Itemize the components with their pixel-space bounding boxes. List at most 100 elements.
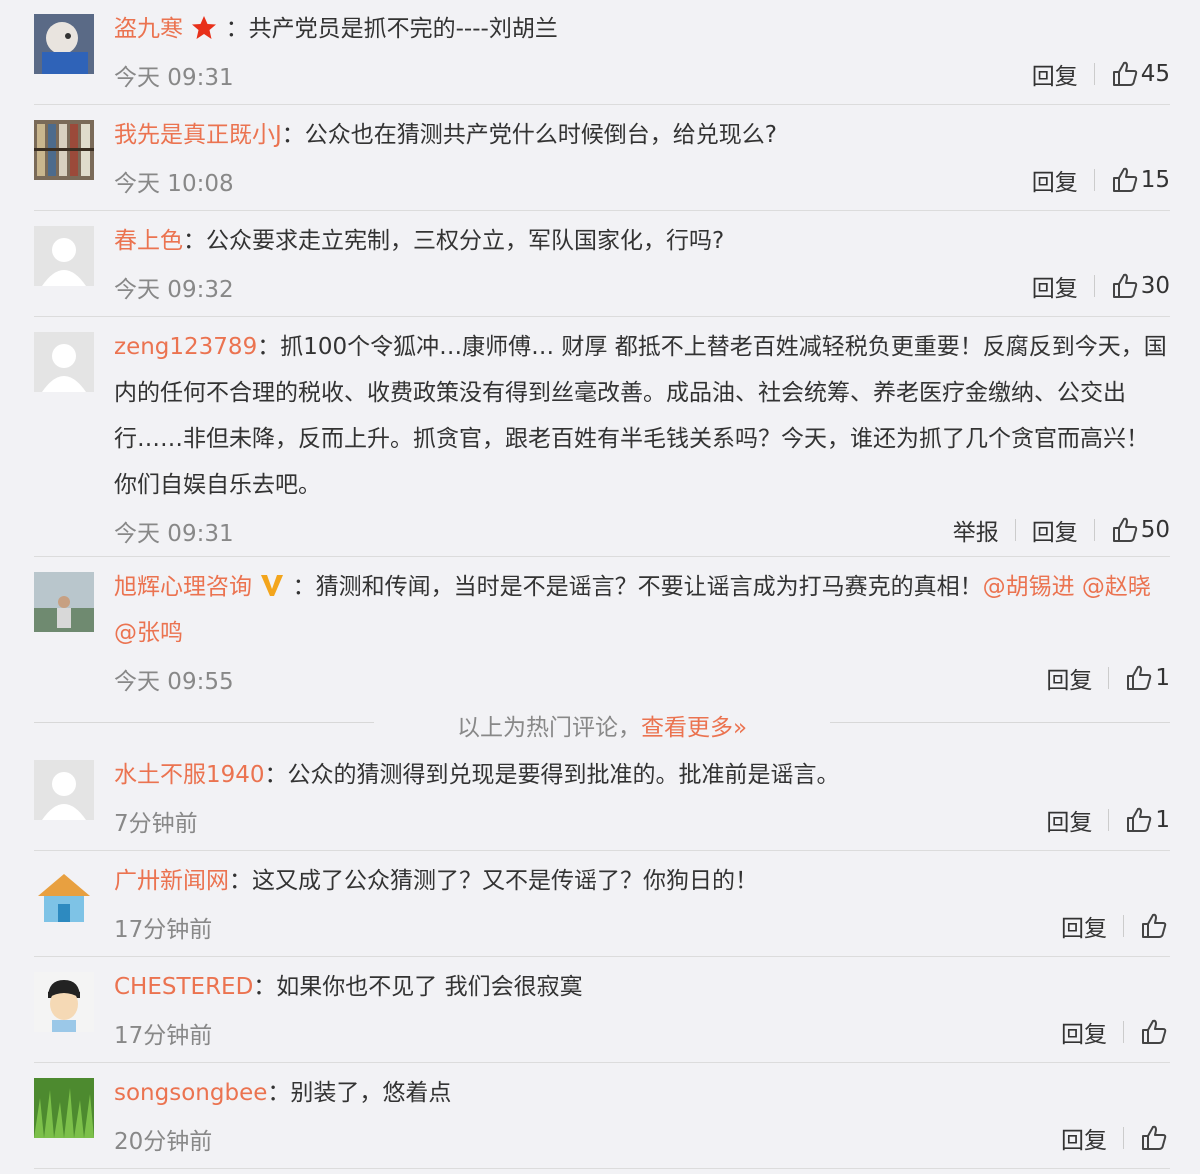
avatar-image — [34, 120, 94, 180]
like-button[interactable] — [1140, 1124, 1170, 1152]
comment-content: 这又成了公众猜测了？又不是传谣了？你狗日的！ — [252, 868, 758, 894]
avatar[interactable] — [34, 226, 94, 286]
comment-body: 春上色：公众要求走立宪制，三权分立，军队国家化，行吗? 今天 09:32 回复 … — [114, 212, 1170, 308]
comment-item: CHESTERED：如果你也不见了 我们会很寂寞 17分钟前 回复 — [34, 958, 1170, 1058]
avatar[interactable] — [34, 120, 94, 180]
reply-button[interactable]: 回复 — [1061, 1121, 1107, 1155]
avatar-image — [34, 1078, 94, 1138]
comment-separator: ： — [229, 868, 252, 894]
comment-actions: 回复 15 — [1032, 158, 1170, 202]
see-more-link[interactable]: 查看更多» — [641, 715, 747, 741]
action-separator — [1014, 519, 1016, 541]
comment-item: 广卅新闻网：这又成了公众猜测了？又不是传谣了？你狗日的！ 17分钟前 回复 — [34, 852, 1170, 952]
comment-separator: ： — [253, 974, 277, 1000]
like-button[interactable] — [1140, 1018, 1170, 1046]
default-avatar-icon — [34, 760, 94, 820]
avatar[interactable] — [34, 972, 94, 1032]
comment-actions: 回复 45 — [1032, 52, 1170, 96]
username-link[interactable]: 我先是真正既小J — [114, 122, 282, 148]
comment-text-row: 春上色：公众要求走立宪制，三权分立，军队国家化，行吗? — [114, 218, 1170, 264]
avatar[interactable] — [34, 1078, 94, 1138]
action-separator — [1108, 667, 1110, 689]
comment-list: { "comments": [ {"user":"盗九寒","badge":"s… — [0, 0, 1200, 1174]
thumbs-up-icon — [1112, 167, 1137, 192]
like-button[interactable]: 50 — [1111, 516, 1170, 544]
report-button[interactable]: 举报 — [953, 513, 999, 547]
reply-button[interactable]: 回复 — [1032, 513, 1078, 547]
divider — [34, 104, 1170, 105]
username-link[interactable]: 盗九寒 — [114, 16, 183, 42]
thumbs-up-icon — [1127, 807, 1152, 832]
reply-button[interactable]: 回复 — [1046, 661, 1092, 695]
comment-text-row: CHESTERED：如果你也不见了 我们会很寂寞 — [114, 964, 1170, 1010]
like-button[interactable]: 1 — [1125, 806, 1170, 834]
username-link[interactable]: CHESTERED — [114, 974, 253, 1000]
divider — [34, 316, 1170, 317]
avatar-image — [34, 866, 94, 926]
comment-time: 今天 09:55 — [114, 669, 234, 695]
reply-button[interactable]: 回复 — [1032, 269, 1078, 303]
like-count: 30 — [1140, 273, 1170, 299]
avatar[interactable] — [34, 760, 94, 820]
thumbs-up-icon — [1112, 273, 1137, 298]
action-separator — [1123, 915, 1124, 937]
comment-text-row: 我先是真正既小J：公众也在猜测共产党什么时候倒台，给兑现么? — [114, 112, 1170, 158]
star-badge-icon — [192, 16, 217, 39]
avatar[interactable] — [34, 866, 94, 926]
username-link[interactable]: 水土不服1940 — [114, 762, 265, 788]
avatar[interactable] — [34, 14, 94, 74]
username-link[interactable]: 旭辉心理咨询 — [114, 574, 252, 600]
thumbs-up-icon — [1142, 1019, 1167, 1044]
comment-meta: 今天 09:55 回复 1 — [114, 656, 1170, 700]
comment-time: 7分钟前 — [114, 811, 198, 837]
like-button[interactable]: 1 — [1125, 664, 1170, 692]
avatar[interactable] — [34, 572, 94, 632]
divider — [34, 210, 1170, 211]
username-link[interactable]: 广卅新闻网 — [114, 868, 229, 894]
comment-time: 17分钟前 — [114, 1023, 213, 1049]
reply-button[interactable]: 回复 — [1061, 1015, 1107, 1049]
username-link[interactable]: zeng123789 — [114, 334, 257, 360]
comment-text-row: 广卅新闻网：这又成了公众猜测了？又不是传谣了？你狗日的！ — [114, 858, 1170, 904]
username-link[interactable]: songsongbee — [114, 1080, 267, 1106]
thumbs-up-icon — [1142, 1125, 1167, 1150]
comment-content: 猜测和传闻，当时是不是谣言？不要让谣言成为打马赛克的真相！ — [315, 574, 983, 600]
reply-button[interactable]: 回复 — [1046, 803, 1092, 837]
divider — [34, 850, 1170, 851]
comment-time: 今天 09:31 — [114, 65, 234, 91]
comment-content: 公众也在猜测共产党什么时候倒台，给兑现么? — [304, 122, 778, 148]
reply-button[interactable]: 回复 — [1061, 909, 1107, 943]
comment-time: 17分钟前 — [114, 917, 213, 943]
comment-body: zeng123789：抓100个令狐冲…康师傅… 财厚 都抵不上替老百姓减轻税负… — [114, 318, 1170, 552]
like-count: 50 — [1140, 517, 1170, 543]
divider — [34, 1168, 1170, 1169]
action-separator — [1108, 809, 1110, 831]
comment-body: 旭辉心理咨询 ：猜测和传闻，当时是不是谣言？不要让谣言成为打马赛克的真相！@胡锡… — [114, 558, 1170, 700]
divider — [34, 1062, 1170, 1063]
comment-body: 广卅新闻网：这又成了公众猜测了？又不是传谣了？你狗日的！ 17分钟前 回复 — [114, 852, 1170, 948]
comment-actions: 回复 1 — [1046, 798, 1170, 842]
comment-item: 春上色：公众要求走立宪制，三权分立，军队国家化，行吗? 今天 09:32 回复 … — [34, 212, 1170, 312]
thumbs-up-icon — [1142, 913, 1167, 938]
comment-actions: 回复 — [1061, 1010, 1170, 1054]
comment-content: 别装了，悠着点 — [290, 1080, 452, 1106]
comment-actions: 举报 回复 50 — [953, 508, 1170, 552]
like-button[interactable]: 30 — [1111, 272, 1170, 300]
comment-item: zeng123789：抓100个令狐冲…康师傅… 财厚 都抵不上替老百姓减轻税负… — [34, 318, 1170, 554]
like-button[interactable]: 15 — [1111, 166, 1170, 194]
like-button[interactable] — [1140, 912, 1170, 940]
comment-item: 盗九寒 ：共产党员是抓不完的----刘胡兰 今天 09:31 回复 45 — [34, 0, 1170, 100]
comment-body: songsongbee：别装了，悠着点 20分钟前 回复 — [114, 1064, 1170, 1160]
like-count: 15 — [1140, 167, 1170, 193]
comment-body: 盗九寒 ：共产党员是抓不完的----刘胡兰 今天 09:31 回复 45 — [114, 0, 1170, 96]
reply-button[interactable]: 回复 — [1032, 57, 1078, 91]
comment-text-row: 盗九寒 ：共产党员是抓不完的----刘胡兰 — [114, 6, 1170, 52]
reply-button[interactable]: 回复 — [1032, 163, 1078, 197]
avatar[interactable] — [34, 332, 94, 392]
comment-meta: 今天 09:32 回复 30 — [114, 264, 1170, 308]
avatar-image — [34, 14, 94, 74]
divider — [34, 556, 1170, 557]
divider — [34, 956, 1170, 957]
username-link[interactable]: 春上色 — [114, 228, 183, 254]
like-button[interactable]: 45 — [1111, 60, 1170, 88]
